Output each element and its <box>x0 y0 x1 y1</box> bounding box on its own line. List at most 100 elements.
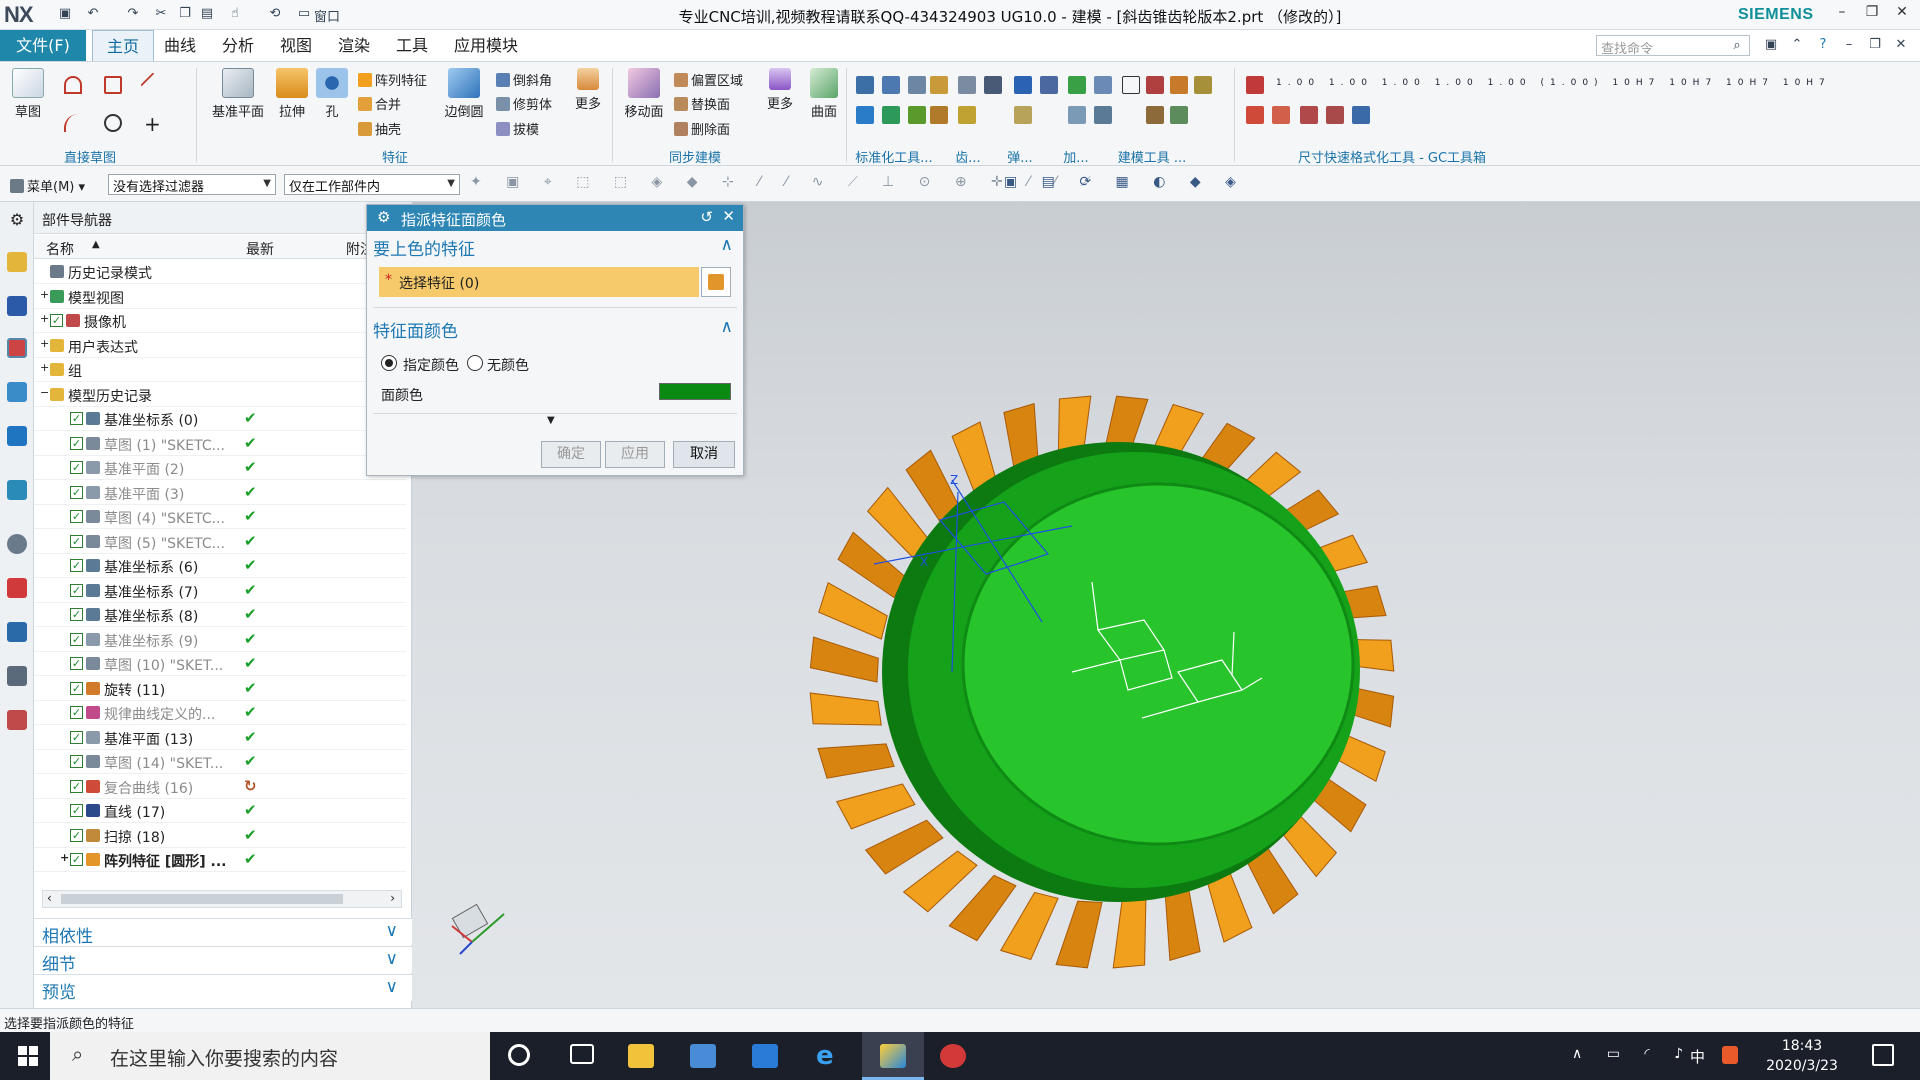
search-icon[interactable]: ⌕ <box>1728 38 1746 53</box>
undo-icon[interactable]: ↶ <box>84 6 102 21</box>
feature-row[interactable]: ✓ 复合曲线 (16) ↻ <box>34 775 406 799</box>
collapse-icon[interactable]: ∧ <box>721 235 733 255</box>
tab-curve[interactable]: 曲线 <box>150 30 210 61</box>
assembly-navigator-icon[interactable] <box>7 252 27 272</box>
visibility-checkbox[interactable]: ✓ <box>70 632 83 646</box>
add-tool-1-icon[interactable] <box>1014 76 1032 94</box>
scroll-left-icon[interactable]: ‹ <box>47 891 52 905</box>
feature-row[interactable]: ✓ 基准坐标系 (0) ✔ <box>34 407 406 431</box>
web-browser-icon[interactable] <box>7 480 27 500</box>
pattern-feature-button[interactable]: 阵列特征 <box>358 70 427 89</box>
group-spring[interactable]: 弹... <box>1002 147 1038 166</box>
tab-tools[interactable]: 工具 <box>382 30 442 61</box>
preview-panel[interactable]: 预览 ∨ <box>34 974 412 1003</box>
visibility-checkbox[interactable]: ✓ <box>70 510 83 523</box>
taskbar-clock[interactable]: 18:43 2020/3/23 <box>1752 1036 1852 1076</box>
build-tool-8-icon[interactable] <box>1194 76 1212 94</box>
history-icon[interactable] <box>7 534 27 554</box>
visibility-checkbox[interactable]: ✓ <box>70 706 83 719</box>
build-tool-10-icon[interactable] <box>1170 106 1188 124</box>
std-tool-1-icon[interactable] <box>856 76 874 94</box>
visibility-checkbox[interactable]: ✓ <box>70 461 83 474</box>
profile-icon[interactable] <box>64 76 82 94</box>
replace-face-button[interactable]: 替换面 <box>674 94 730 113</box>
expand-toggle-icon[interactable]: − <box>40 386 49 399</box>
no-color-radio[interactable] <box>467 355 483 371</box>
build-tool-7-icon[interactable] <box>1170 76 1188 94</box>
specify-color-radio[interactable] <box>381 355 397 371</box>
part-navigator-icon[interactable] <box>7 338 27 358</box>
close-button[interactable]: ✕ <box>1890 4 1914 24</box>
offset-region-button[interactable]: 偏置区域 <box>674 70 743 89</box>
trim-body-button[interactable]: 修剪体 <box>496 94 552 113</box>
feature-row[interactable]: ✓ 草图 (10) "SKET... ✔ <box>34 652 406 676</box>
expand-toggle-icon[interactable]: + <box>40 361 49 374</box>
reuse-library-icon[interactable] <box>7 382 27 402</box>
build-tool-6-icon[interactable] <box>1146 76 1164 94</box>
spring-tool-3-icon[interactable] <box>958 106 976 124</box>
apply-button[interactable]: 应用 <box>605 441 665 468</box>
gear-tool-2-icon[interactable] <box>930 106 948 124</box>
manufacturing-wizard-icon[interactable] <box>7 666 27 686</box>
hole-button[interactable]: 孔 <box>316 68 348 120</box>
feature-row[interactable]: ✓ 草图 (1) "SKETC... ✔ <box>34 432 406 456</box>
arc-icon[interactable] <box>64 114 82 132</box>
navigator-node[interactable]: + 用户表达式 <box>34 334 406 358</box>
restore-button[interactable]: ❐ <box>1860 4 1884 24</box>
window-menu[interactable]: 窗口 <box>314 6 364 25</box>
visibility-checkbox[interactable]: ✓ <box>70 755 83 768</box>
select-feature-button[interactable] <box>701 267 731 297</box>
settings-icon[interactable]: ⚙ <box>7 210 27 230</box>
hd3d-tools-icon[interactable] <box>7 426 27 446</box>
add-tool-2-icon[interactable] <box>1040 76 1058 94</box>
visibility-checkbox[interactable]: ✓ <box>70 657 83 670</box>
system-tray-icons[interactable]: ∧ ▭ ◜ ♪ <box>1572 1046 1693 1062</box>
horizontal-scrollbar[interactable]: ‹ › <box>42 890 402 908</box>
sogou-ime-icon[interactable] <box>1722 1046 1738 1064</box>
tab-render[interactable]: 渲染 <box>324 30 384 61</box>
visibility-checkbox[interactable]: ✓ <box>70 730 83 744</box>
scroll-right-icon[interactable]: › <box>390 891 395 905</box>
notification-center-icon[interactable] <box>1872 1044 1894 1066</box>
taskbar-nx-app[interactable] <box>862 1032 924 1080</box>
command-search-input[interactable]: 查找命令 <box>1596 35 1750 57</box>
section-features-to-color[interactable]: 要上色的特征 ∧ <box>373 235 737 260</box>
details-panel[interactable]: 细节 ∨ <box>34 946 412 975</box>
std-tool-6-icon[interactable] <box>908 106 926 124</box>
visibility-checkbox[interactable]: ✓ <box>70 608 83 621</box>
face-color-swatch[interactable] <box>659 383 731 400</box>
build-tool-4-icon[interactable] <box>1094 106 1112 124</box>
visibility-checkbox[interactable]: ✓ <box>50 314 63 327</box>
navigator-node[interactable]: 历史记录模式 <box>34 260 406 284</box>
std-tool-4-icon[interactable] <box>856 106 874 124</box>
tab-home[interactable]: 主页 <box>92 30 155 61</box>
cortana-icon[interactable] <box>508 1044 530 1066</box>
gear-tool-1-icon[interactable] <box>930 76 948 94</box>
feature-row[interactable]: ✓ 草图 (4) "SKETC... ✔ <box>34 505 406 529</box>
section-feature-face-color[interactable]: 特征面颜色 ∧ <box>373 317 737 342</box>
feature-row[interactable]: ✓ 基准平面 (2) ✔ <box>34 456 406 480</box>
std-tool-3-icon[interactable] <box>908 76 926 94</box>
gc-tool-6-icon[interactable] <box>1352 106 1370 124</box>
visibility-checkbox[interactable]: ✓ <box>70 412 83 425</box>
file-menu[interactable]: 文件(F) <box>0 30 86 61</box>
process-studio-icon[interactable] <box>7 622 27 642</box>
ok-button[interactable]: 确定 <box>541 441 601 468</box>
feature-row[interactable]: ✓ 基准平面 (13) ✔ <box>34 726 406 750</box>
sketch-button[interactable]: 草图 <box>8 68 48 120</box>
datum-plane-button[interactable]: 基准平面 <box>208 68 268 120</box>
visibility-checkbox[interactable]: ✓ <box>70 853 83 866</box>
build-tool-1-icon[interactable] <box>1068 76 1086 94</box>
file-explorer-icon[interactable] <box>628 1044 654 1068</box>
group-feature[interactable]: 特征 <box>360 147 430 166</box>
dependencies-panel[interactable]: 相依性 ∨ <box>34 918 412 947</box>
collapse-ribbon-icon[interactable]: ⌃ <box>1788 37 1806 52</box>
shell-button[interactable]: 抽壳 <box>358 119 401 138</box>
repeat-command-icon[interactable]: ⟲ <box>266 6 284 21</box>
cut-icon[interactable]: ✂ <box>152 6 170 21</box>
feature-row[interactable]: ✓ 扫掠 (18) ✔ <box>34 824 406 848</box>
help-icon[interactable]: ? <box>1814 37 1832 52</box>
cancel-button[interactable]: 取消 <box>673 441 735 468</box>
gc-tool-5-icon[interactable] <box>1326 106 1344 124</box>
task-view-icon[interactable] <box>570 1044 594 1064</box>
